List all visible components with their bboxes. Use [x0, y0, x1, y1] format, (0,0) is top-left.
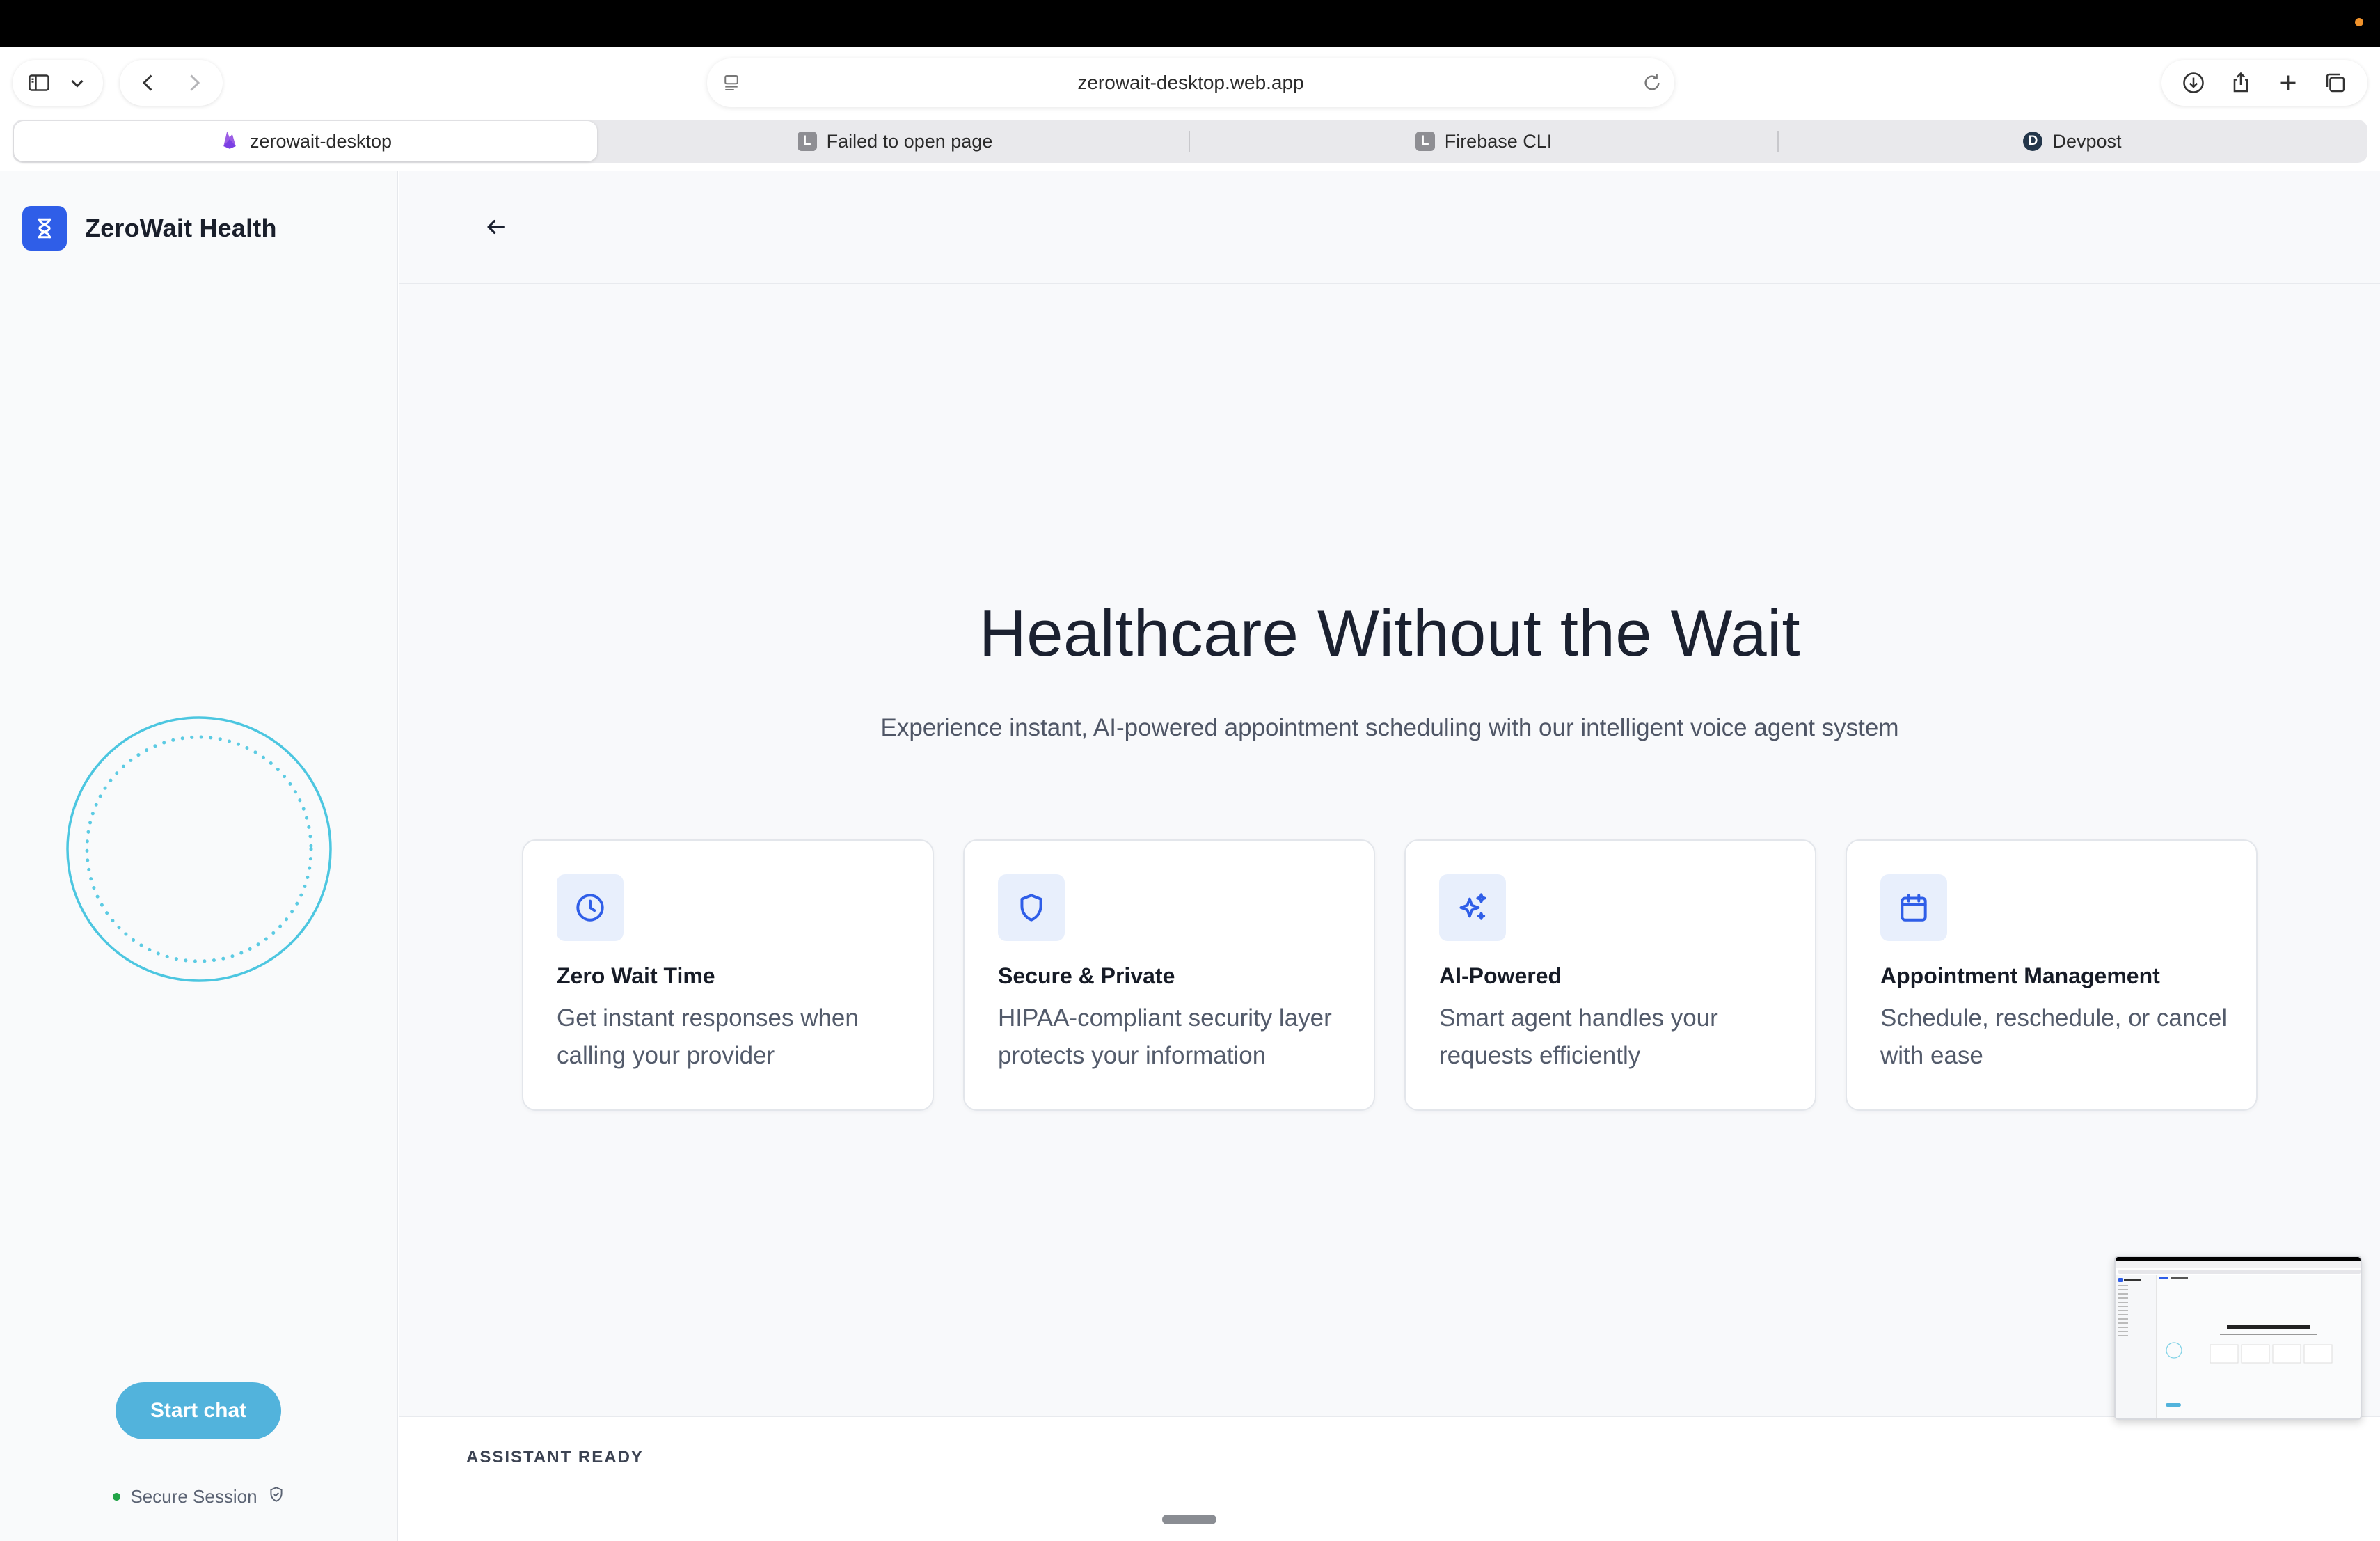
navigation-controls [120, 60, 223, 106]
feature-title: Zero Wait Time [557, 963, 715, 988]
feature-title: Secure & Private [998, 963, 1175, 988]
feature-cards: Zero Wait Time Get instant responses whe… [522, 839, 2260, 1111]
assistant-status-bar: ASSISTANT READY [399, 1416, 2380, 1541]
back-arrow-icon[interactable] [476, 207, 515, 246]
tab-separator [1777, 131, 1779, 152]
start-chat-button[interactable]: Start chat [116, 1382, 281, 1439]
main-content: Healthcare Without the Wait Experience i… [399, 171, 2380, 1541]
feature-title: AI-Powered [1439, 963, 1562, 988]
letter-l-icon: L [797, 132, 817, 151]
hourglass-icon [22, 206, 67, 251]
clock-icon [557, 874, 624, 941]
shield-icon [998, 874, 1065, 941]
feature-description: HIPAA-compliant security layer protects … [998, 1004, 1332, 1069]
sidebar: ZeroWait Health Start chat Secure Sessio… [0, 171, 398, 1541]
tab-label: Failed to open page [826, 130, 993, 152]
tab-bar: zerowait-desktop L Failed to open page L… [13, 120, 2367, 163]
status-dot [113, 1493, 121, 1501]
brand: ZeroWait Health [22, 206, 277, 251]
hero-title: Healthcare Without the Wait [978, 596, 1801, 670]
sidebar-toggle-icon[interactable] [25, 69, 53, 97]
tab-overview-icon[interactable] [2322, 69, 2349, 97]
screenshot-thumbnail[interactable] [2114, 1256, 2362, 1420]
sidebar-controls [13, 60, 103, 106]
feature-card-appointments: Appointment Management Schedule, resched… [1846, 839, 2258, 1111]
voice-orb[interactable] [65, 716, 333, 983]
firebase-icon [219, 129, 240, 155]
letter-l-icon: L [1415, 132, 1435, 151]
address-bar[interactable]: zerowait-desktop.web.app [707, 58, 1674, 107]
shield-check-icon [267, 1485, 285, 1508]
sparkles-icon [1439, 874, 1506, 941]
brand-name: ZeroWait Health [85, 214, 277, 242]
tab-label: Firebase CLI [1444, 130, 1553, 152]
tab-failed-to-open-page[interactable]: L Failed to open page [603, 120, 1187, 163]
secure-session-label: Secure Session [130, 1486, 257, 1507]
download-icon[interactable] [2180, 69, 2207, 97]
forward-nav-icon[interactable] [180, 69, 208, 97]
reload-icon[interactable] [1641, 72, 1663, 94]
resize-handle[interactable] [1162, 1515, 1216, 1524]
recording-indicator [2355, 18, 2363, 26]
feature-description: Schedule, reschedule, or cancel with eas… [1880, 1004, 2228, 1069]
new-tab-icon[interactable] [2274, 69, 2302, 97]
chevron-down-icon[interactable] [63, 69, 91, 97]
assistant-status: ASSISTANT READY [466, 1448, 644, 1467]
feature-card-secure: Secure & Private HIPAA-compliant securit… [963, 839, 1375, 1111]
back-nav-icon[interactable] [134, 69, 162, 97]
tab-separator [1189, 131, 1190, 152]
feature-description: Get instant responses when calling your … [557, 1004, 859, 1069]
system-status-bar [0, 0, 2380, 47]
browser-toolbar: zerowait-desktop.web.app [0, 47, 2380, 120]
tab-label: Devpost [2052, 130, 2122, 152]
share-icon[interactable] [2227, 69, 2255, 97]
feature-title: Appointment Management [1880, 963, 2160, 988]
main-header [399, 171, 2380, 284]
tab-devpost[interactable]: D Devpost [1780, 120, 2365, 163]
feature-card-zero-wait: Zero Wait Time Get instant responses whe… [522, 839, 934, 1111]
tab-label: zerowait-desktop [249, 130, 392, 152]
url-text: zerowait-desktop.web.app [1077, 72, 1304, 93]
tab-firebase-cli[interactable]: L Firebase CLI [1191, 120, 1776, 163]
feature-card-ai: AI-Powered Smart agent handles your requ… [1404, 839, 1816, 1111]
feature-description: Smart agent handles your requests effici… [1439, 1004, 1718, 1069]
secure-session-indicator: Secure Session [0, 1485, 398, 1508]
calendar-icon [1880, 874, 1947, 941]
thumbnail-image [2116, 1257, 2361, 1418]
hero-subtitle: Experience instant, AI-powered appointme… [880, 714, 1899, 741]
devpost-icon: D [2023, 132, 2043, 151]
browser-actions [2161, 60, 2367, 106]
tab-zerowait-desktop[interactable]: zerowait-desktop [14, 121, 597, 161]
